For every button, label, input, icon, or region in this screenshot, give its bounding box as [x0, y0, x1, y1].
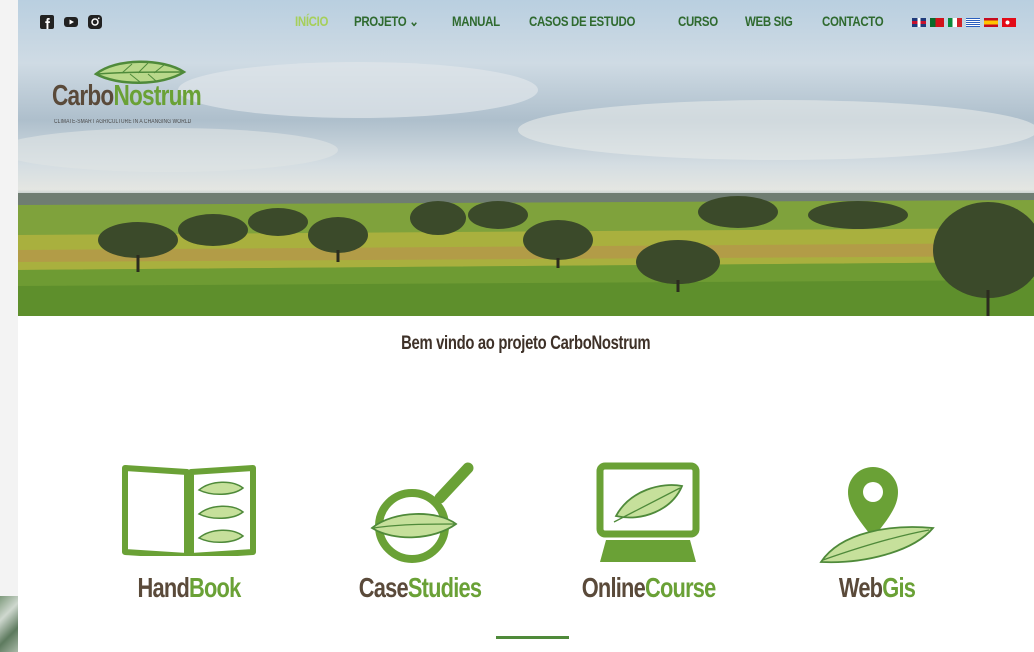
logo-word-part2: Nostrum [113, 80, 202, 112]
webgis-icon [819, 467, 935, 564]
left-edge-background [0, 0, 18, 652]
card-webgis[interactable]: WebGis [792, 460, 962, 610]
hero-banner [18, 0, 1034, 316]
card-case-studies-label: CaseStudies [354, 572, 487, 604]
flag-es-icon[interactable] [984, 18, 998, 27]
nav-item-contacto[interactable]: CONTACTO [822, 13, 884, 30]
nav-item-curso[interactable]: CURSO [678, 13, 718, 30]
card-online-course[interactable]: OnlineCourse [563, 460, 733, 610]
flag-pt-icon[interactable] [930, 18, 944, 27]
flag-tr-icon[interactable] [1002, 18, 1016, 27]
left-edge-image-strip [0, 596, 18, 652]
logo-word-part1: Carbo [52, 80, 114, 112]
flag-en-icon[interactable] [912, 18, 926, 27]
card-handbook-label: HandBook [123, 572, 256, 604]
section-divider [496, 636, 569, 639]
instagram-icon[interactable] [88, 15, 102, 29]
flag-it-icon[interactable] [948, 18, 962, 27]
language-selector [912, 18, 1016, 27]
card-online-course-label-part2: Course [644, 572, 716, 603]
card-case-studies-label-part1: Case [358, 572, 409, 603]
card-webgis-label-part2: Gis [882, 572, 916, 603]
hero-landscape-image [18, 62, 1034, 316]
card-case-studies[interactable]: CaseStudies [335, 460, 505, 610]
social-links [40, 15, 102, 29]
handbook-icon [122, 465, 256, 556]
card-online-course-label-part1: Online [581, 572, 646, 603]
card-webgis-label: WebGis [811, 572, 944, 604]
nav-item-projeto-label: PROJETO [354, 13, 407, 29]
main-menu: INÍCIO PROJETO ⌄ MANUAL CASOS DE ESTUDO … [295, 13, 897, 30]
card-webgis-label-part1: Web [838, 572, 883, 603]
online-course-icon [596, 462, 700, 562]
chevron-down-icon: ⌄ [409, 13, 420, 29]
nav-item-projeto[interactable]: PROJETO ⌄ [354, 13, 419, 30]
facebook-icon[interactable] [40, 15, 54, 29]
card-handbook-label-part1: Hand [137, 572, 190, 603]
welcome-heading: Bem vindo ao projeto CarboNostrum [401, 333, 651, 354]
welcome-section: Bem vindo ao projeto CarboNostrum [0, 333, 1034, 355]
logo-tagline: CLIMATE-SMART AGRICULTURE IN A CHANGING … [54, 119, 192, 125]
card-handbook[interactable]: HandBook [104, 460, 274, 610]
card-online-course-label: OnlineCourse [581, 572, 717, 604]
logo-wordmark: CarboNostrum [52, 80, 202, 113]
nav-item-casos-de-estudo[interactable]: CASOS DE ESTUDO [529, 13, 635, 30]
site-logo[interactable]: CarboNostrum CLIMATE-SMART AGRICULTURE I… [52, 58, 202, 138]
nav-item-web-sig[interactable]: WEB SIG [745, 13, 793, 30]
card-case-studies-label-part2: Studies [407, 572, 482, 603]
youtube-icon[interactable] [64, 15, 78, 29]
top-navigation-bar: INÍCIO PROJETO ⌄ MANUAL CASOS DE ESTUDO … [18, 0, 1034, 46]
case-studies-icon [370, 462, 474, 563]
flag-gr-icon[interactable] [966, 18, 980, 27]
card-handbook-label-part2: Book [189, 572, 241, 603]
nav-item-inicio[interactable]: INÍCIO [295, 13, 328, 30]
nav-item-manual[interactable]: MANUAL [452, 13, 500, 30]
